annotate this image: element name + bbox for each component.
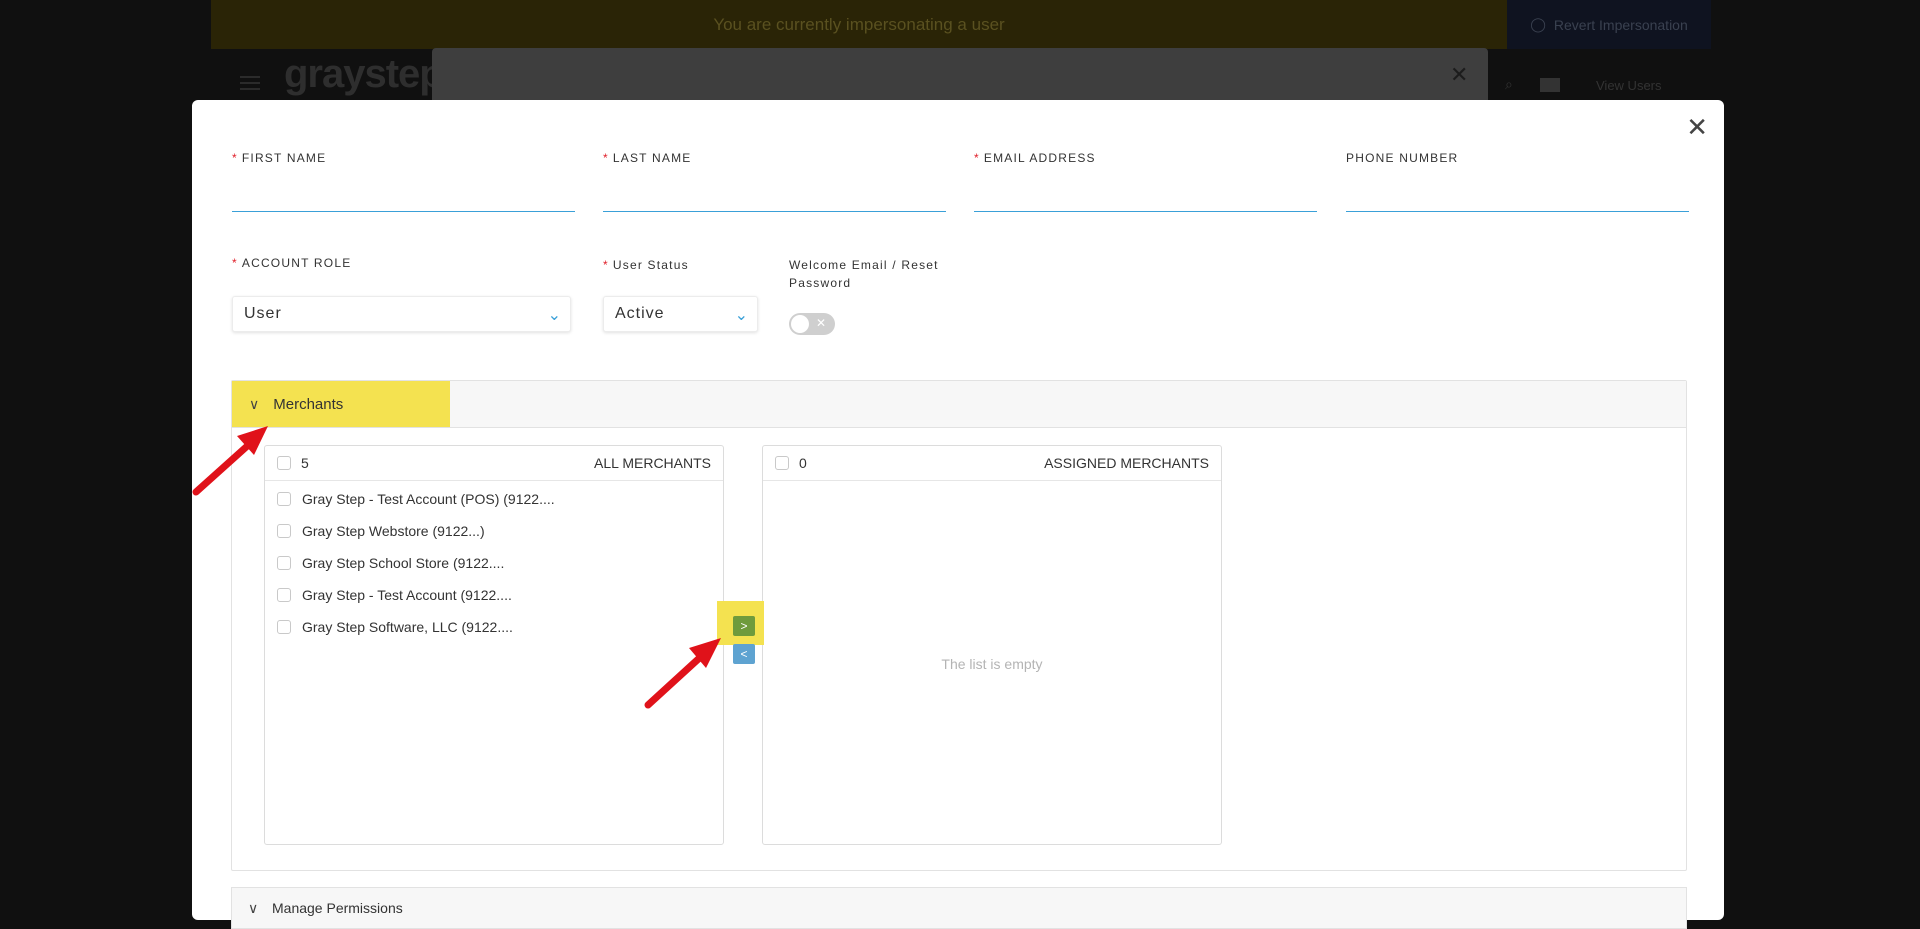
account-role-value: User xyxy=(244,305,282,322)
assigned-merchants-header: 0 ASSIGNED MERCHANTS xyxy=(763,446,1221,481)
last-name-field: * LAST NAME xyxy=(603,151,946,212)
welcome-email-label: Welcome Email / Reset Password xyxy=(789,258,939,290)
merchant-checkbox[interactable] xyxy=(277,588,291,602)
add-user-modal: ✕ * FIRST NAME * LAST NAME * EMAIL ADDRESS … xyxy=(192,100,1724,929)
merchant-checkbox[interactable] xyxy=(277,620,291,634)
impersonation-banner: You are currently impersonating a user xyxy=(211,0,1507,49)
merchants-tab[interactable]: ∨ Merchants xyxy=(232,381,450,427)
select-all-merchants-checkbox[interactable] xyxy=(277,456,291,470)
list-item[interactable]: Gray Step - Test Account (9122.... xyxy=(265,579,723,611)
first-name-input[interactable] xyxy=(232,185,575,212)
app-logo: graystep xyxy=(284,52,444,96)
phone-label: PHONE NUMBER xyxy=(1346,151,1459,165)
chevron-down-icon: ∨ xyxy=(249,395,260,412)
list-item[interactable]: Gray Step Webstore (9122...) xyxy=(265,515,723,547)
revert-icon: ◯ xyxy=(1530,16,1546,32)
welcome-email-toggle[interactable]: ✕ xyxy=(789,313,835,335)
merchant-name: Gray Step Webstore (9122...) xyxy=(302,523,485,539)
welcome-email-field: Welcome Email / Reset Password ✕ xyxy=(789,256,949,335)
user-status-value: Active xyxy=(615,305,665,322)
user-status-field: * User Status Active ⌄ xyxy=(603,256,758,332)
move-right-button[interactable]: > xyxy=(733,616,755,636)
merchant-name: Gray Step Software, LLC (9122.... xyxy=(302,619,513,635)
phone-input[interactable] xyxy=(1346,185,1689,212)
merchant-checkbox[interactable] xyxy=(277,524,291,538)
all-merchants-title: ALL MERCHANTS xyxy=(594,455,711,471)
chevron-right-icon: > xyxy=(740,619,748,633)
background-dialog xyxy=(432,48,1488,108)
last-name-input[interactable] xyxy=(603,185,946,212)
select-all-assigned-checkbox[interactable] xyxy=(775,456,789,470)
close-modal-icon[interactable]: ✕ xyxy=(1686,114,1708,140)
background-close-icon: ✕ xyxy=(1450,62,1469,87)
all-merchants-count: 5 xyxy=(301,455,309,471)
list-item[interactable]: Gray Step Software, LLC (9122.... xyxy=(265,611,723,643)
user-status-label: User Status xyxy=(612,258,689,272)
email-input[interactable] xyxy=(974,185,1317,212)
merchant-checkbox[interactable] xyxy=(277,556,291,570)
chevron-left-icon: < xyxy=(740,647,748,661)
permissions-panel-label: Manage Permissions xyxy=(272,900,403,916)
account-role-field: * ACCOUNT ROLE User ⌄ xyxy=(232,256,571,332)
merchants-panel-header: ∨ Merchants xyxy=(232,381,1686,428)
merchants-panel: ∨ Merchants 5 ALL MERCHANTS Gray Step - … xyxy=(231,380,1687,871)
merchants-tab-label: Merchants xyxy=(273,395,344,413)
merchant-name: Gray Step - Test Account (POS) (9122.... xyxy=(302,491,555,507)
user-status-select[interactable]: Active ⌄ xyxy=(603,296,758,332)
first-name-field: * FIRST NAME xyxy=(232,151,575,212)
email-label: EMAIL ADDRESS xyxy=(983,151,1096,165)
last-name-label: LAST NAME xyxy=(612,151,692,165)
assigned-merchants-list: 0 ASSIGNED MERCHANTS The list is empty xyxy=(762,445,1222,845)
hamburger-icon xyxy=(240,82,260,84)
account-role-select[interactable]: User ⌄ xyxy=(232,296,571,332)
empty-list-message: The list is empty xyxy=(941,656,1043,672)
chevron-down-icon: ⌄ xyxy=(547,307,562,324)
toggle-knob xyxy=(791,315,809,333)
flag-icon xyxy=(1540,78,1560,92)
email-field: * EMAIL ADDRESS xyxy=(974,151,1317,212)
move-left-button[interactable]: < xyxy=(733,644,755,664)
chevron-down-icon: ∨ xyxy=(248,900,259,916)
assigned-merchants-title: ASSIGNED MERCHANTS xyxy=(1044,455,1209,471)
assigned-merchants-count: 0 xyxy=(799,455,807,471)
all-merchants-header: 5 ALL MERCHANTS xyxy=(265,446,723,481)
first-name-label: FIRST NAME xyxy=(241,151,327,165)
list-item[interactable]: Gray Step - Test Account (POS) (9122.... xyxy=(265,483,723,515)
toggle-off-icon: ✕ xyxy=(815,316,826,330)
all-merchants-list: 5 ALL MERCHANTS Gray Step - Test Account… xyxy=(264,445,724,845)
search-icon: ⌕ xyxy=(1505,76,1513,92)
phone-field: PHONE NUMBER xyxy=(1346,151,1689,212)
merchant-checkbox[interactable] xyxy=(277,492,291,506)
all-merchants-items: Gray Step - Test Account (POS) (9122....… xyxy=(265,481,723,643)
user-menu-label: View Users xyxy=(1596,78,1662,93)
revert-impersonation-button: ◯ Revert Impersonation xyxy=(1507,0,1711,49)
merchant-name: Gray Step - Test Account (9122.... xyxy=(302,587,512,603)
revert-impersonation-label: Revert Impersonation xyxy=(1553,16,1688,33)
account-role-label: ACCOUNT ROLE xyxy=(241,256,352,270)
impersonation-banner-text: You are currently impersonating a user xyxy=(713,15,1005,34)
merchant-name: Gray Step School Store (9122.... xyxy=(302,555,505,571)
chevron-down-icon: ⌄ xyxy=(734,307,749,324)
permissions-panel[interactable]: ∨ Manage Permissions xyxy=(231,887,1687,929)
list-item[interactable]: Gray Step School Store (9122.... xyxy=(265,547,723,579)
